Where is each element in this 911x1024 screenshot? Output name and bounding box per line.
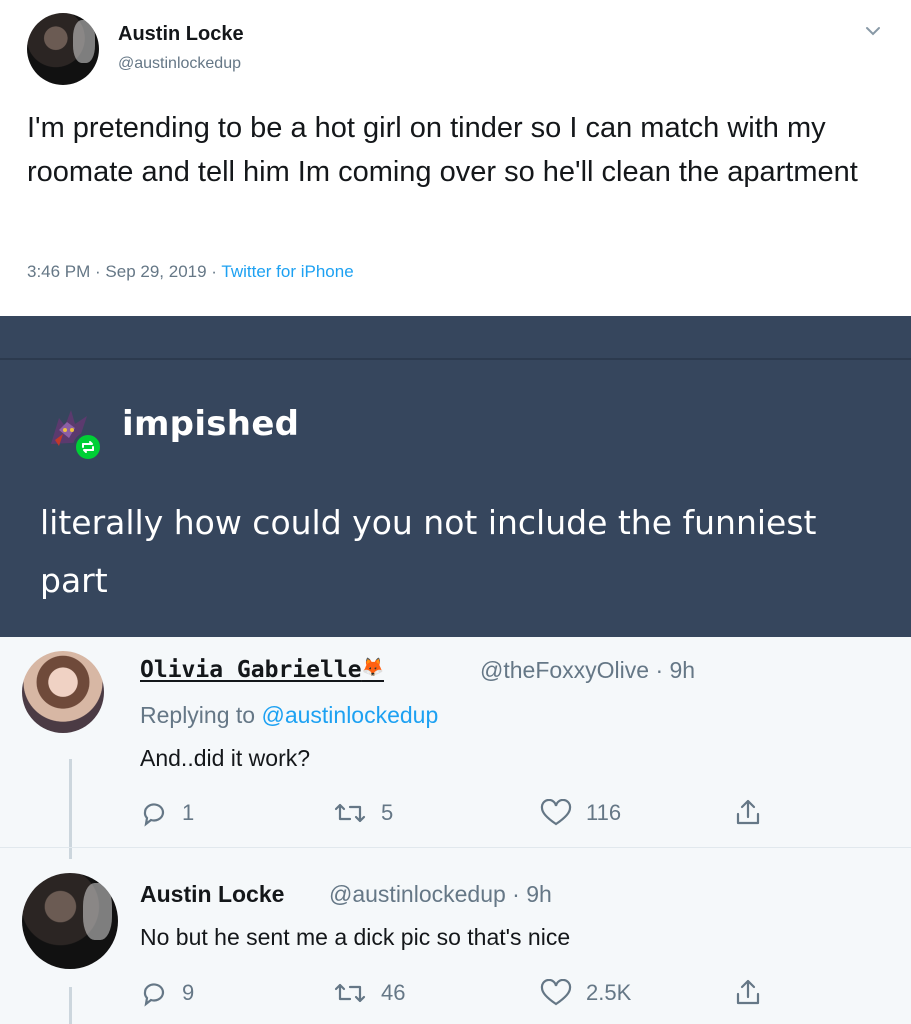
tumblr-reblog-block: impished literally how could you not inc… [0, 316, 911, 637]
like-button[interactable]: 116 [540, 799, 621, 827]
thread-line [69, 987, 72, 1024]
reply-text: And..did it work? [140, 745, 311, 771]
reply-handle-time[interactable]: @austinlockedup · 9h [329, 881, 552, 908]
heart-icon [540, 979, 572, 1006]
avatar[interactable] [22, 651, 104, 733]
reply-icon [143, 983, 165, 1007]
replying-to: Replying to @austinlockedup [140, 702, 438, 729]
reply-button[interactable]: 1 [140, 799, 194, 827]
replying-to-mention[interactable]: @austinlockedup [261, 702, 438, 728]
divider [0, 847, 911, 848]
retweet-button[interactable]: 46 [333, 979, 405, 1007]
retweet-button[interactable]: 5 [333, 799, 393, 827]
author-name[interactable]: Austin Locke [118, 23, 244, 46]
reply-icon [143, 803, 165, 827]
author-handle[interactable]: @austinlockedup [118, 55, 241, 73]
avatar[interactable] [27, 13, 99, 85]
share-icon [736, 799, 760, 825]
tumblr-post-text: literally how could you not include the … [40, 503, 817, 600]
reply-count: 9 [182, 980, 195, 1005]
retweet-icon [334, 803, 366, 823]
tumblr-username[interactable]: impished [122, 404, 299, 444]
tweet-meta: 3:46 PM · Sep 29, 2019 · Twitter for iPh… [27, 262, 354, 282]
original-tweet: Austin Locke @austinlockedup I'm pretend… [0, 0, 911, 316]
replying-prefix: Replying to [140, 702, 262, 728]
heart-icon [540, 799, 572, 826]
retweet-count: 46 [381, 980, 406, 1005]
fox-emoji-icon: 🦊 [361, 657, 384, 678]
tweet-time[interactable]: 3:46 PM [27, 262, 90, 281]
share-button[interactable] [733, 977, 777, 1007]
reply-text: No but he sent me a dick pic so that's n… [140, 924, 571, 950]
meta-separator: · [90, 262, 106, 281]
tweet-text: I'm pretending to be a hot girl on tinde… [27, 112, 858, 188]
reply-count: 1 [182, 800, 195, 825]
reply-button[interactable]: 9 [140, 979, 194, 1007]
replies-thread: Olivia Gabrielle🦊 @theFoxxyOlive · 9h Re… [0, 637, 911, 1024]
reblog-icon [73, 432, 103, 462]
share-icon [736, 979, 760, 1005]
like-button[interactable]: 2.5K [540, 979, 631, 1007]
chevron-down-icon[interactable] [862, 20, 884, 42]
avatar[interactable] [22, 873, 118, 969]
avatar[interactable] [45, 404, 103, 462]
reply-author-name[interactable]: Austin Locke [140, 881, 284, 908]
divider [0, 358, 911, 360]
retweet-count: 5 [381, 800, 394, 825]
like-count: 116 [586, 800, 622, 825]
thread-line [69, 759, 72, 859]
tweet-source[interactable]: Twitter for iPhone [221, 262, 353, 281]
reply-author-name-text: Olivia Gabrielle [140, 657, 362, 683]
tweet-date[interactable]: Sep 29, 2019 [105, 262, 206, 281]
reply-handle-time[interactable]: @theFoxxyOlive · 9h [480, 657, 695, 684]
like-count: 2.5K [586, 980, 632, 1005]
meta-separator: · [206, 262, 222, 281]
retweet-icon [334, 983, 366, 1003]
share-button[interactable] [733, 797, 777, 827]
reply-author-name[interactable]: Olivia Gabrielle🦊 [140, 657, 384, 683]
